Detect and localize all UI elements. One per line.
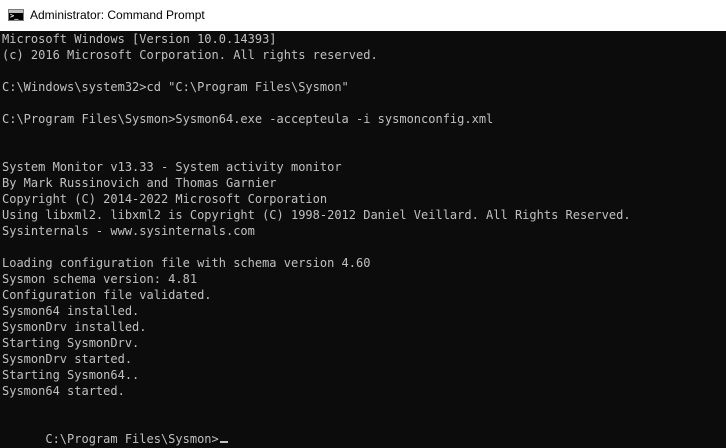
console-line: C:\Program Files\Sysmon>Sysmon64.exe -ac… <box>2 112 494 126</box>
console-line: SysmonDrv installed. <box>2 320 147 334</box>
console-line: By Mark Russinovich and Thomas Garnier <box>2 176 277 190</box>
console-line: Sysmon64 started. <box>2 384 125 398</box>
command-prompt-window: >_ Administrator: Command Prompt Microso… <box>0 0 726 448</box>
console-line: Configuration file validated. <box>2 288 212 302</box>
console-line: Sysmon schema version: 4.81 <box>2 272 198 286</box>
console-line: Sysinternals - www.sysinternals.com <box>2 224 255 238</box>
console-output[interactable]: Microsoft Windows [Version 10.0.14393] (… <box>0 31 726 448</box>
console-line: Loading configuration file with schema v… <box>2 256 371 270</box>
console-line: Microsoft Windows [Version 10.0.14393] <box>2 32 277 46</box>
console-line: (c) 2016 Microsoft Corporation. All righ… <box>2 48 378 62</box>
console-line: C:\Windows\system32>cd "C:\Program Files… <box>2 80 349 94</box>
console-line: Copyright (C) 2014-2022 Microsoft Corpor… <box>2 192 328 206</box>
title-bar[interactable]: >_ Administrator: Command Prompt <box>0 0 726 31</box>
console-line: Sysmon64 installed. <box>2 304 140 318</box>
console-line: Starting Sysmon64.. <box>2 368 140 382</box>
icon-prompt-glyph: >_ <box>10 12 19 20</box>
cmd-icon[interactable]: >_ <box>8 9 24 21</box>
console-line: Starting SysmonDrv. <box>2 336 140 350</box>
text-cursor <box>219 441 228 443</box>
prompt-text: C:\Program Files\Sysmon> <box>45 432 219 446</box>
command-prompt-line[interactable]: C:\Program Files\Sysmon> <box>2 415 228 446</box>
window-title: Administrator: Command Prompt <box>30 8 205 22</box>
console-line: Using libxml2. libxml2 is Copyright (C) … <box>2 208 631 222</box>
console-line: SysmonDrv started. <box>2 352 133 366</box>
console-line: System Monitor v13.33 - System activity … <box>2 160 342 174</box>
